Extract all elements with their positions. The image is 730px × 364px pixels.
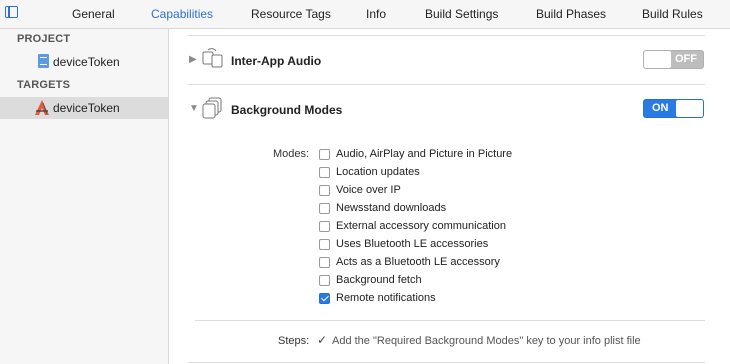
checkmark-icon: ✓ (317, 333, 328, 347)
steps-label: Steps: (278, 335, 310, 347)
document-icon (38, 54, 49, 68)
inter-app-audio-toggle[interactable]: OFF (643, 50, 704, 69)
mode-label: Voice over IP (336, 184, 401, 196)
tab-build-rules[interactable]: Build Rules (642, 7, 703, 21)
project-sidebar: PROJECT deviceToken TARGETS deviceToken (0, 29, 169, 364)
capability-background-modes: ▼ Background Modes ON (169, 89, 730, 129)
tab-general[interactable]: General (72, 7, 115, 21)
capability-title: Background Modes (231, 103, 343, 117)
tab-build-phases[interactable]: Build Phases (536, 7, 606, 21)
toggle-state-label: ON (652, 102, 669, 114)
sidebar-item-label: deviceToken (53, 101, 120, 115)
mode-label: Background fetch (336, 274, 422, 286)
targets-section-header: TARGETS (17, 79, 71, 91)
sidebar-item-project[interactable]: deviceToken (0, 51, 168, 73)
checkbox[interactable] (319, 221, 330, 232)
tab-info[interactable]: Info (366, 7, 386, 21)
audio-capability-icon (201, 47, 225, 74)
divider (188, 362, 705, 363)
mode-label: Remote notifications (336, 292, 436, 304)
tab-capabilities[interactable]: Capabilities (151, 7, 213, 21)
divider (188, 35, 705, 36)
mode-label: Uses Bluetooth LE accessories (336, 238, 489, 250)
checkbox[interactable] (319, 149, 330, 160)
project-section-header: PROJECT (17, 33, 71, 45)
toggle-state-label: OFF (675, 53, 697, 65)
checkbox[interactable] (319, 257, 330, 268)
mode-label: Newsstand downloads (336, 202, 447, 214)
toggle-knob (644, 51, 671, 68)
capabilities-pane: ▶ Inter-App Audio OFF ▼ Background Modes (169, 29, 730, 364)
capability-inter-app-audio: ▶ Inter-App Audio OFF (169, 40, 730, 80)
toggle-knob (676, 100, 703, 117)
modes-label: Modes: (273, 148, 310, 160)
divider (188, 84, 705, 85)
checkbox[interactable] (319, 167, 330, 178)
steps-text: Add the "Required Background Modes" key … (332, 335, 641, 347)
mode-label: Audio, AirPlay and Picture in Picture (336, 148, 513, 160)
sidebar-item-label: deviceToken (53, 55, 120, 69)
disclosure-triangle-icon[interactable]: ▶ (189, 54, 197, 65)
sidebar-item-target[interactable]: deviceToken (0, 97, 168, 119)
editor-tab-bar: General Capabilities Resource Tags Info … (0, 0, 730, 29)
checkbox[interactable] (319, 239, 330, 250)
disclosure-triangle-icon[interactable]: ▼ (189, 103, 199, 114)
sidebar-toggle-icon[interactable] (5, 6, 18, 18)
app-target-icon (33, 99, 51, 120)
capability-title: Inter-App Audio (231, 54, 322, 68)
checkbox[interactable] (319, 275, 330, 286)
mode-label: Acts as a Bluetooth LE accessory (336, 256, 500, 268)
tab-build-settings[interactable]: Build Settings (425, 7, 498, 21)
mode-label: Location updates (336, 166, 420, 178)
tab-resource-tags[interactable]: Resource Tags (251, 7, 331, 21)
mode-label: External accessory communication (336, 220, 506, 232)
checkbox[interactable] (319, 185, 330, 196)
background-modes-toggle[interactable]: ON (643, 99, 704, 118)
divider (195, 320, 705, 321)
background-modes-icon (201, 96, 225, 123)
checkbox[interactable] (319, 203, 330, 214)
checkbox[interactable] (319, 293, 330, 304)
